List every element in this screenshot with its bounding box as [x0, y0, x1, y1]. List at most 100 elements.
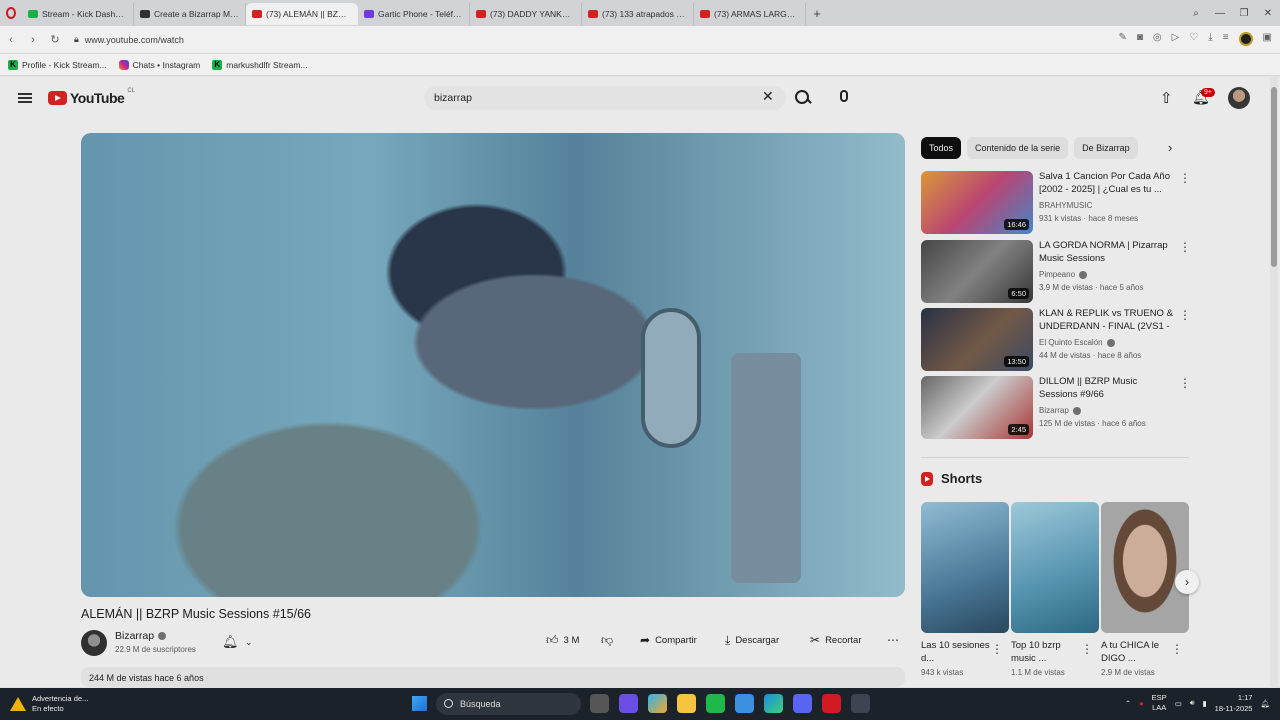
battery-icon[interactable]: ▮	[1203, 699, 1207, 708]
taskbar-search[interactable]: Búsqueda	[436, 693, 581, 715]
menu-list-icon[interactable]: ≡	[1223, 32, 1229, 46]
share-button[interactable]: ➦ Compartir	[640, 633, 697, 647]
download-button[interactable]: ⤓ Descargar	[725, 633, 779, 648]
task-view-icon[interactable]	[590, 694, 609, 713]
discord-icon[interactable]	[793, 694, 812, 713]
scrollbar-thumb[interactable]	[1271, 87, 1277, 267]
forward-icon[interactable]: ›	[22, 34, 44, 46]
shorts-next-button[interactable]: ›	[1175, 570, 1199, 594]
channel-name[interactable]: Bizarrap	[115, 630, 167, 642]
youtube-logo[interactable]: YouTube CL	[48, 88, 135, 106]
more-vertical-icon[interactable]: ⋮	[1081, 642, 1093, 656]
more-vertical-icon[interactable]: ⋮	[1179, 172, 1191, 184]
recommended-video[interactable]: 6:50 LA GORDA NORMA | Pizarrap Music Ses…	[921, 240, 1191, 304]
shield-icon[interactable]: ◎	[1153, 32, 1162, 46]
clear-search-icon[interactable]: ✕	[762, 88, 774, 105]
recommended-video[interactable]: 2:45 DILLOM || BZRP Music Sessions #9/66…	[921, 376, 1191, 440]
browser-tab[interactable]: Stream - Kick Dashbo...	[22, 3, 134, 25]
video-description-box[interactable]: 244 M de vistas hace 6 años	[81, 667, 905, 687]
volume-icon[interactable]: 🔊︎	[1190, 698, 1195, 708]
heart-icon[interactable]: ♡	[1189, 32, 1198, 46]
short-card[interactable]: Top 10 bzrp music ... 1.1 M de vistas ⋮	[1011, 502, 1099, 677]
maximize-icon[interactable]: ❐	[1232, 8, 1256, 19]
video-player[interactable]	[81, 133, 905, 597]
minimize-icon[interactable]: —	[1208, 8, 1232, 19]
upload-icon[interactable]: ⇧	[1160, 89, 1173, 107]
file-explorer-icon[interactable]	[677, 694, 696, 713]
browser-tab[interactable]: (73) ARMAS LARGAS, RAF...	[694, 3, 806, 25]
short-card[interactable]: A tu CHICA le DIGO ... 2.9 M de vistas ⋮	[1101, 502, 1189, 677]
new-tab-button[interactable]: +	[806, 6, 828, 21]
subscribed-bell-icon[interactable]: 🔔︎	[222, 634, 239, 650]
notifications-icon[interactable]: 🔔︎	[1260, 699, 1270, 708]
play-icon[interactable]: ▷	[1172, 32, 1180, 46]
browser-tab-active[interactable]: (73) ALEMÁN || BZRP ...	[246, 3, 358, 25]
search-tabs-icon[interactable]: ⌕	[1184, 8, 1208, 19]
short-card[interactable]: Las 10 sesiones d... 943 k vistas ⋮	[921, 502, 1009, 677]
search-input[interactable]: bizarrap	[424, 86, 786, 110]
recommended-video[interactable]: 16:46 Salva 1 Cancion Por Cada Año [2002…	[921, 171, 1191, 235]
language-indicator[interactable]: ESP LAA	[1152, 693, 1167, 713]
short-thumbnail[interactable]	[1011, 502, 1099, 633]
bookmark-item[interactable]: Chats • Instagram	[118, 59, 200, 70]
back-icon[interactable]: ‹	[0, 34, 22, 46]
short-thumbnail[interactable]	[921, 502, 1009, 633]
video-thumbnail[interactable]: 16:46	[921, 171, 1033, 234]
steam-icon[interactable]	[851, 694, 870, 713]
copilot-icon[interactable]	[648, 694, 667, 713]
more-vertical-icon[interactable]: ⋮	[1179, 377, 1191, 389]
browser-tab[interactable]: (73) 133 atrapados - YouT...	[582, 3, 694, 25]
clip-button[interactable]: ✂ Recortar	[810, 633, 862, 647]
windows-start-icon[interactable]	[412, 696, 427, 711]
close-icon[interactable]: ✕	[1256, 8, 1280, 19]
more-vertical-icon[interactable]: ⋮	[1179, 309, 1191, 321]
channel-avatar[interactable]	[81, 630, 107, 656]
more-vertical-icon[interactable]: ⋮	[1171, 642, 1183, 656]
chevron-down-icon[interactable]: ⌄	[245, 637, 253, 648]
video-thumbnail[interactable]: 13:50	[921, 308, 1033, 371]
user-avatar[interactable]	[1228, 87, 1250, 109]
hamburger-menu-icon[interactable]	[18, 93, 32, 103]
browser-tab[interactable]: (73) DADDY YANKEE || BZ...	[470, 3, 582, 25]
edge-icon[interactable]	[764, 694, 783, 713]
chat-app-icon[interactable]	[619, 694, 638, 713]
chip-series[interactable]: Contenido de la serie	[967, 137, 1069, 159]
video-thumbnail[interactable]: 6:50	[921, 240, 1033, 303]
more-vertical-icon[interactable]: ⋮	[1179, 241, 1191, 253]
short-thumbnail[interactable]	[1101, 502, 1189, 633]
chevron-right-icon[interactable]: ›	[1168, 140, 1172, 155]
opera-icon[interactable]	[822, 694, 841, 713]
browser-tab[interactable]: Gartic Phone - Teléfono D...	[358, 3, 470, 25]
edit-icon[interactable]: ✎	[1118, 32, 1126, 46]
warning-notification[interactable]: Advertencia de... En efecto	[10, 694, 88, 714]
recommended-video[interactable]: 13:50 KLAN & REPLIK vs TRUENO & UNDERDAN…	[921, 308, 1191, 372]
bookmark-item[interactable]: Kmarkushdlfr Stream...	[212, 59, 308, 70]
chip-from-channel[interactable]: De Bizarrap	[1074, 137, 1138, 159]
page-scrollbar[interactable]	[1270, 77, 1278, 687]
shorts-header: Shorts	[921, 471, 982, 486]
xbox-icon[interactable]	[706, 694, 725, 713]
reload-icon[interactable]: ↻	[44, 33, 66, 46]
search-icon[interactable]	[792, 87, 812, 107]
microphone-icon[interactable]: ●	[1139, 699, 1144, 708]
sidebar-icon[interactable]: ▣	[1263, 32, 1272, 46]
like-button[interactable]: 👍︎ 3 M	[546, 633, 579, 648]
download-icon[interactable]: ⤓	[1208, 32, 1212, 46]
opera-logo-icon[interactable]	[0, 0, 22, 26]
chip-all[interactable]: Todos	[921, 137, 962, 159]
browser-tab[interactable]: Create a Bizarrap Music S...	[134, 3, 246, 25]
camera-icon[interactable]: ◙	[1137, 32, 1143, 46]
youtube-favicon-icon	[476, 10, 486, 18]
extension-icon[interactable]	[1238, 32, 1253, 46]
network-icon[interactable]: ▭	[1175, 699, 1182, 708]
more-vertical-icon[interactable]: ⋮	[991, 642, 1003, 656]
bookmark-item[interactable]: K Profile - Kick Stream...	[8, 59, 107, 70]
chevron-up-icon[interactable]: ⌃	[1125, 699, 1131, 708]
microphone-icon[interactable]	[840, 90, 848, 102]
store-icon[interactable]	[735, 694, 754, 713]
clock[interactable]: 1:17 18-11-2025	[1215, 692, 1253, 714]
dislike-button[interactable]: 👎︎	[601, 633, 613, 648]
url-field[interactable]: 🔒︎ www.youtube.com/watch	[74, 34, 184, 45]
video-thumbnail[interactable]: 2:45	[921, 376, 1033, 439]
more-actions-button[interactable]: ⋯	[887, 633, 899, 647]
